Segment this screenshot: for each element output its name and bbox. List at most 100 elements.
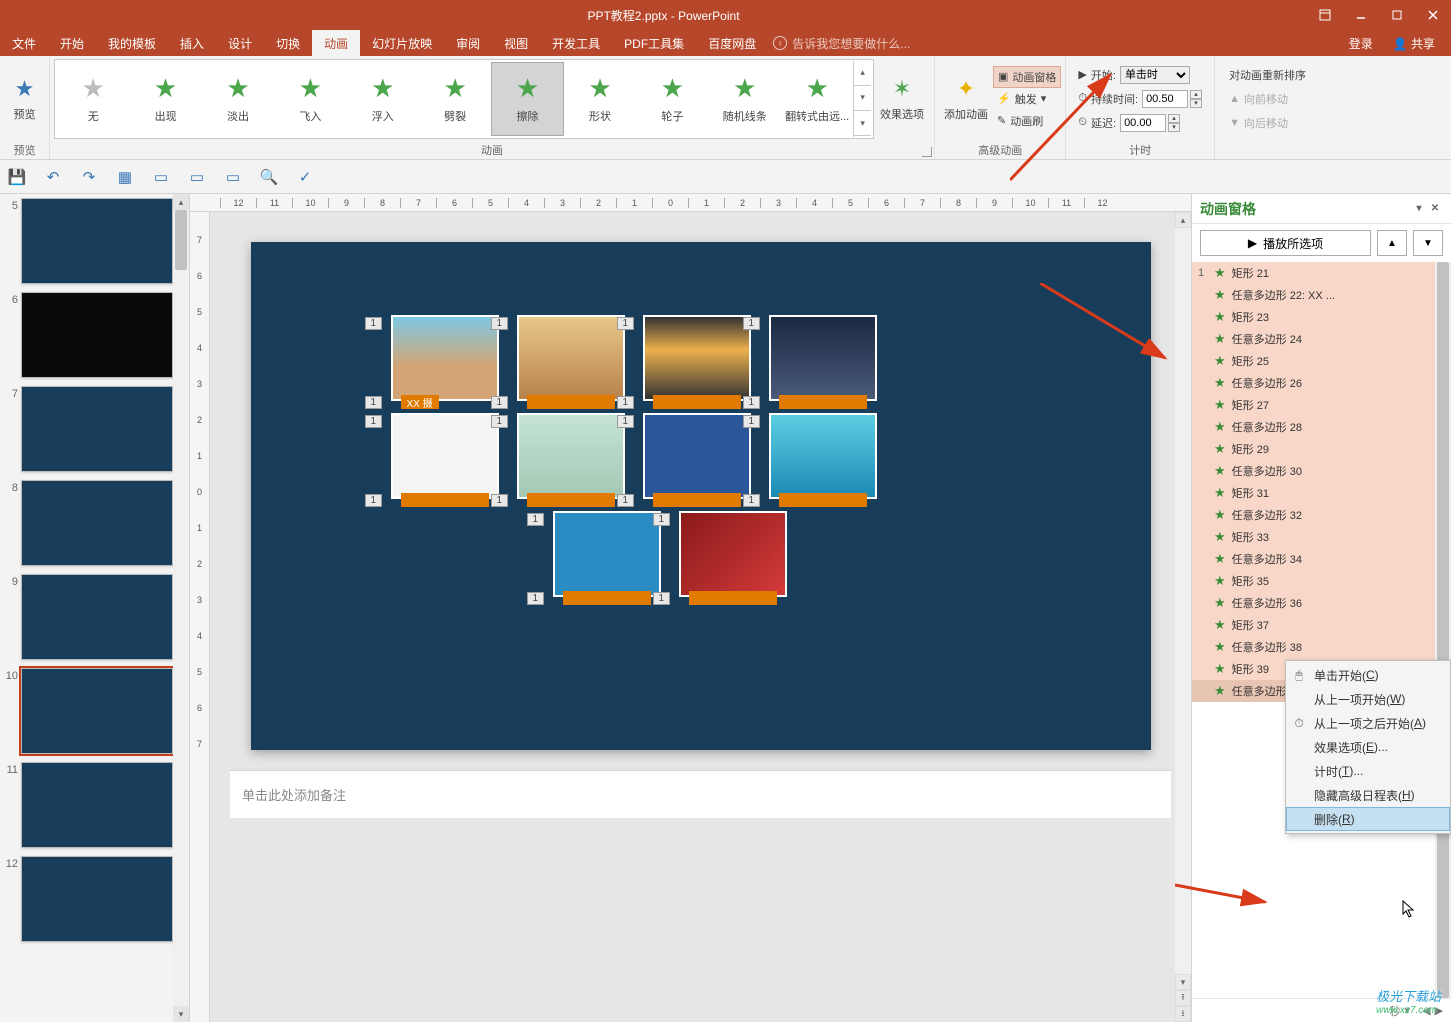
anim-order-tag[interactable]: 1: [743, 396, 761, 409]
tab-review[interactable]: 审阅: [444, 30, 492, 56]
anim-list-item-17[interactable]: ★任意多边形 38: [1192, 636, 1451, 658]
anim-list-item-0[interactable]: 1★矩形 21: [1192, 262, 1451, 284]
tab-insert[interactable]: 插入: [168, 30, 216, 56]
anim-list-item-4[interactable]: ★矩形 25: [1192, 350, 1451, 372]
start-select[interactable]: 单击时: [1120, 66, 1190, 84]
move-later-button[interactable]: ▼ 向后移动: [1225, 112, 1310, 134]
anim-order-tag[interactable]: 1: [491, 317, 509, 330]
image-cell-8[interactable]: 11: [553, 511, 661, 597]
tab-baidu[interactable]: 百度网盘: [696, 30, 768, 56]
anim-order-tag[interactable]: 1: [527, 513, 545, 526]
slide-thumb-10[interactable]: [21, 668, 173, 754]
slide-thumbnails[interactable]: 5678910★1112 ▴ ▾: [0, 194, 190, 1022]
image-cell-3[interactable]: 11: [769, 315, 877, 401]
slide-canvas[interactable]: 11XX 摄111111111111111111: [251, 242, 1151, 750]
ribbon-options-button[interactable]: [1307, 0, 1343, 30]
animation-painter-button[interactable]: ✎动画刷: [993, 110, 1061, 132]
anim-effect-3[interactable]: ★飞入: [274, 62, 346, 136]
tab-file[interactable]: 文件: [0, 30, 48, 56]
save-button[interactable]: 💾: [8, 168, 26, 186]
notes-input[interactable]: 单击此处添加备注: [230, 770, 1171, 818]
anim-list-item-8[interactable]: ★矩形 29: [1192, 438, 1451, 460]
anim-effect-5[interactable]: ★劈裂: [419, 62, 491, 136]
animation-list[interactable]: 1★矩形 21★任意多边形 22: XX ...★矩形 23★任意多边形 24★…: [1192, 262, 1451, 998]
anim-list-item-11[interactable]: ★任意多边形 32: [1192, 504, 1451, 526]
anim-effect-1[interactable]: ★出现: [129, 62, 201, 136]
anim-order-tag[interactable]: 1: [491, 494, 509, 507]
start-from-beginning-button[interactable]: ▦: [116, 168, 134, 186]
tab-slideshow[interactable]: 幻灯片放映: [360, 30, 444, 56]
animation-pane-button[interactable]: ▣动画窗格: [993, 66, 1061, 88]
anim-order-tag[interactable]: 1: [617, 415, 635, 428]
anim-list-item-6[interactable]: ★矩形 27: [1192, 394, 1451, 416]
share-button[interactable]: 👤 共享: [1385, 35, 1443, 52]
anim-effect-6[interactable]: ★擦除: [491, 62, 563, 136]
ctx-item-0[interactable]: 🖱单击开始(C): [1286, 663, 1450, 687]
anim-order-tag[interactable]: 1: [491, 396, 509, 409]
anim-effect-9[interactable]: ★随机线条: [709, 62, 781, 136]
add-animation-button[interactable]: ✦ 添加动画: [939, 72, 993, 126]
anim-order-tag[interactable]: 1: [743, 317, 761, 330]
slide-thumb-6[interactable]: [21, 292, 173, 378]
slide-thumb-8[interactable]: [21, 480, 173, 566]
tab-templates[interactable]: 我的模板: [96, 30, 168, 56]
qat-btn-1[interactable]: ▭: [152, 168, 170, 186]
delay-down[interactable]: ▾: [1168, 123, 1180, 132]
qat-btn-2[interactable]: ▭: [188, 168, 206, 186]
duration-up[interactable]: ▴: [1190, 90, 1202, 99]
anim-order-tag[interactable]: 1: [365, 317, 383, 330]
anim-order-tag[interactable]: 1: [743, 494, 761, 507]
close-button[interactable]: [1415, 0, 1451, 30]
anim-list-item-2[interactable]: ★矩形 23: [1192, 306, 1451, 328]
slide-thumb-5[interactable]: [21, 198, 173, 284]
login-button[interactable]: 登录: [1341, 35, 1381, 52]
image-cell-4[interactable]: 11: [391, 413, 499, 499]
tab-design[interactable]: 设计: [216, 30, 264, 56]
ctx-item-3[interactable]: 效果选项(E)...: [1286, 735, 1450, 759]
editor-scrollbar[interactable]: ▴ ▾ ⭱ ⭳: [1175, 212, 1191, 1022]
gallery-up[interactable]: ▴: [854, 61, 871, 86]
next-slide-button[interactable]: ⭳: [1175, 1006, 1191, 1022]
scroll-thumb[interactable]: [175, 210, 187, 270]
ctx-item-1[interactable]: 从上一项开始(W): [1286, 687, 1450, 711]
anim-list-item-10[interactable]: ★矩形 31: [1192, 482, 1451, 504]
editor-scroll-down[interactable]: ▾: [1175, 974, 1191, 990]
duration-input[interactable]: [1142, 90, 1188, 108]
qat-btn-4[interactable]: 🔍: [260, 168, 278, 186]
anim-order-tag[interactable]: 1: [617, 494, 635, 507]
pane-close-button[interactable]: ✕: [1427, 201, 1443, 217]
anim-list-item-14[interactable]: ★矩形 35: [1192, 570, 1451, 592]
anim-order-tag[interactable]: 1: [653, 513, 671, 526]
animation-gallery[interactable]: ★无★出现★淡出★飞入★浮入★劈裂★擦除★形状★轮子★随机线条★翻转式由远...…: [54, 59, 874, 139]
ctx-item-4[interactable]: 计时(T)...: [1286, 759, 1450, 783]
anim-order-tag[interactable]: 1: [365, 396, 383, 409]
anim-list-item-15[interactable]: ★任意多边形 36: [1192, 592, 1451, 614]
delay-input[interactable]: [1120, 114, 1166, 132]
gallery-more[interactable]: ▾: [854, 111, 871, 136]
prev-slide-button[interactable]: ⭱: [1175, 990, 1191, 1006]
ctx-item-6[interactable]: 删除(R): [1286, 807, 1450, 831]
anim-list-item-12[interactable]: ★矩形 33: [1192, 526, 1451, 548]
tab-home[interactable]: 开始: [48, 30, 96, 56]
anim-effect-4[interactable]: ★浮入: [347, 62, 419, 136]
preview-button[interactable]: ★ 预览: [4, 72, 45, 126]
qat-btn-3[interactable]: ▭: [224, 168, 242, 186]
minimize-button[interactable]: [1343, 0, 1379, 30]
gallery-down[interactable]: ▾: [854, 86, 871, 111]
tab-transitions[interactable]: 切换: [264, 30, 312, 56]
play-selected-button[interactable]: ▶ 播放所选项: [1200, 230, 1371, 256]
anim-list-item-5[interactable]: ★任意多边形 26: [1192, 372, 1451, 394]
trigger-button[interactable]: ⚡触发 ▾: [993, 88, 1061, 110]
anim-list-item-7[interactable]: ★任意多边形 28: [1192, 416, 1451, 438]
anim-order-tag[interactable]: 1: [743, 415, 761, 428]
duration-down[interactable]: ▾: [1190, 99, 1202, 108]
anim-list-item-13[interactable]: ★任意多边形 34: [1192, 548, 1451, 570]
scroll-down-button[interactable]: ▾: [173, 1006, 189, 1022]
image-cell-2[interactable]: 11: [643, 315, 751, 401]
tell-me-input[interactable]: 告诉我您想要做什么...: [792, 35, 910, 52]
scroll-up-button[interactable]: ▴: [173, 194, 189, 210]
anim-order-tag[interactable]: 1: [491, 415, 509, 428]
effect-options-button[interactable]: ✶ 效果选项: [874, 72, 930, 126]
anim-list-scrollbar[interactable]: [1435, 262, 1451, 998]
image-cell-6[interactable]: 11: [643, 413, 751, 499]
